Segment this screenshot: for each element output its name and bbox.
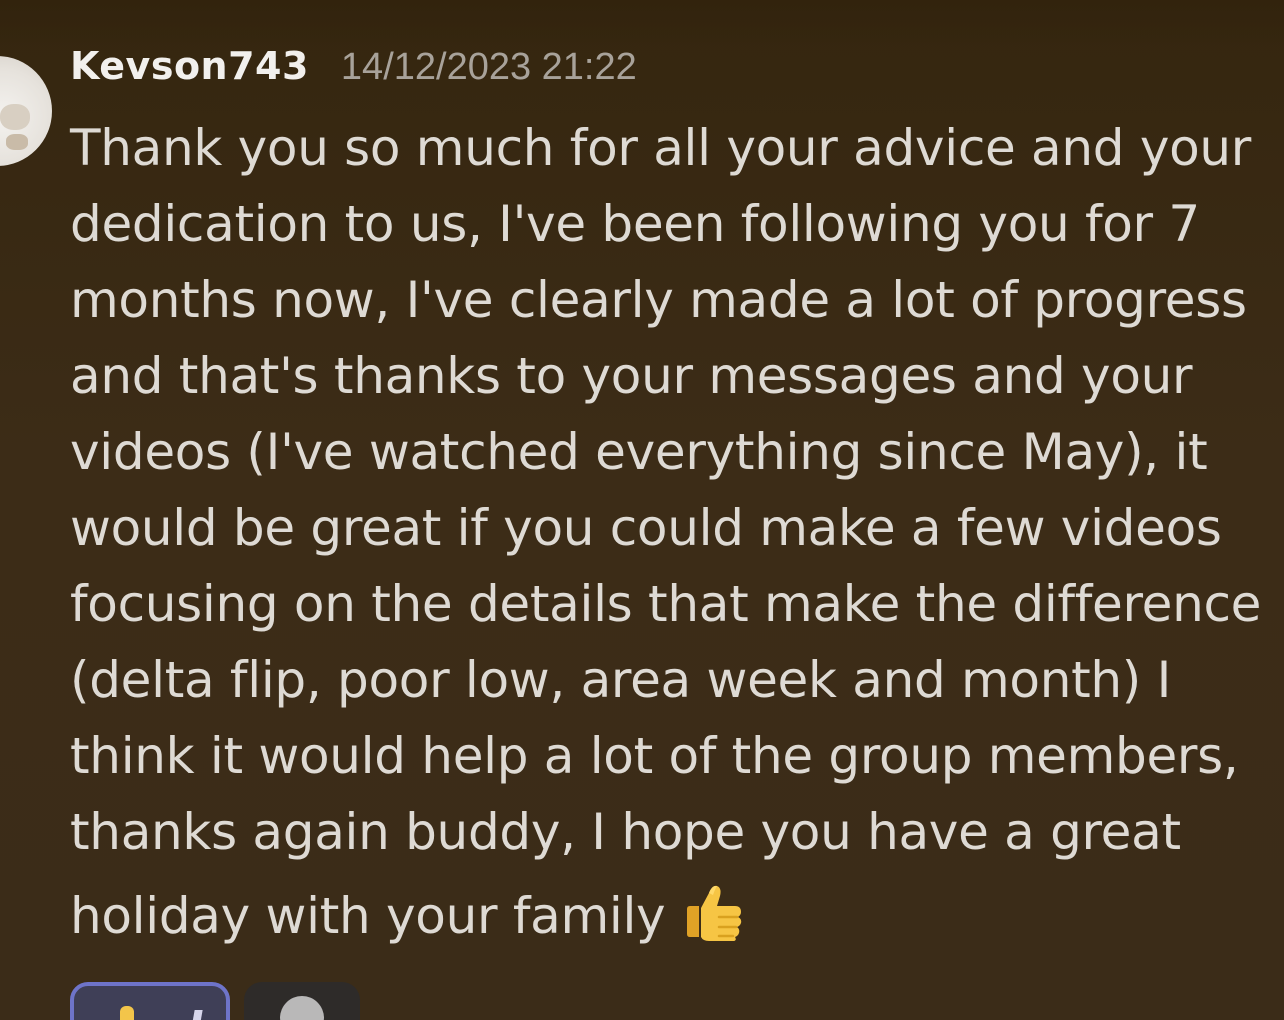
message-line: focusing on the details that make the di… [70,575,1262,633]
add-reaction-button[interactable] [244,982,360,1020]
message-line: would be great if you could make a few v… [70,499,1222,557]
thumbs-up-icon [687,885,742,941]
reactions-bar [70,982,360,1020]
message-line: and that's thanks to your messages and y… [70,347,1193,405]
avatar-detail [0,104,30,130]
message-line: think it would help a lot of the group m… [70,727,1239,785]
reaction-thumbs-up[interactable] [70,982,230,1020]
message-line-text: holiday with your family [70,887,666,945]
thumbs-up-icon [120,1006,134,1020]
message-header: Kevson743 14/12/2023 21:22 [70,44,637,104]
message-line: months now, I've clearly made a lot of p… [70,271,1247,329]
message-line: thanks again buddy, I hope you have a gr… [70,803,1181,861]
message-line: Thank you so much for all your advice an… [70,119,1252,177]
reaction-count [189,1010,203,1020]
message-body: Thank you so much for all your advice an… [70,110,1270,958]
message-line-last: holiday with your family [70,870,1270,958]
message-line: videos (I've watched everything since Ma… [70,423,1208,481]
username[interactable]: Kevson743 [70,44,309,88]
message-line: dedication to us, I've been following yo… [70,195,1200,253]
add-reaction-icon [280,996,324,1020]
avatar-detail [6,134,28,150]
timestamp: 14/12/2023 21:22 [340,46,637,88]
message-line: (delta flip, poor low, area week and mon… [70,651,1172,709]
top-fade [0,0,1284,48]
